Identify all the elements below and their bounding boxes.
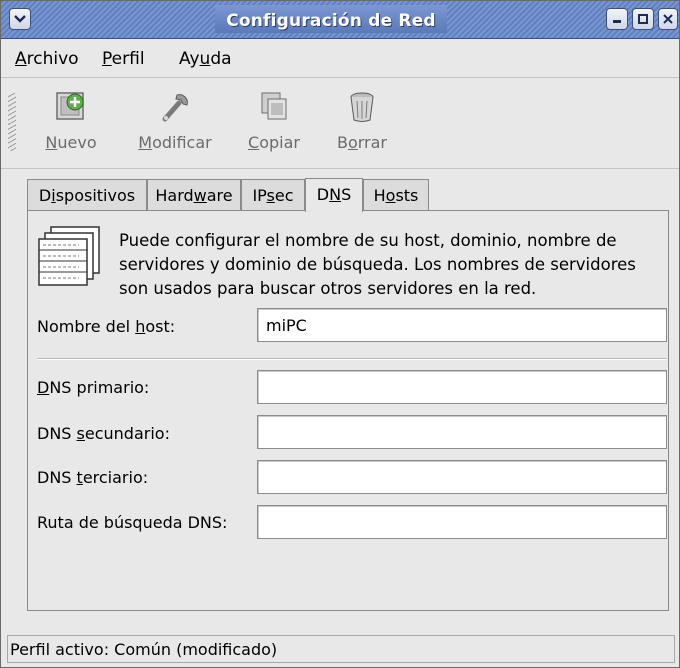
title-plate: Configuración de Red: [215, 5, 447, 33]
primary-dns-input[interactable]: [257, 370, 667, 404]
status-text: Perfil activo: Común (modificado): [10, 640, 278, 659]
menu-bar: Archivo Perfil Ayuda: [1, 40, 679, 78]
tab-dns[interactable]: DNS: [305, 178, 363, 212]
tertiary-dns-label: DNS terciario:: [37, 468, 149, 487]
minimize-icon: [613, 20, 621, 23]
close-icon: [663, 14, 673, 24]
maximize-icon: [638, 14, 648, 24]
chevron-down-icon: [14, 15, 26, 23]
secondary-dns-label: DNS secundario:: [37, 424, 170, 443]
network-config-window: Configuración de Red Archivo Perfil Ayud…: [0, 0, 680, 668]
tab-hosts[interactable]: Hosts: [363, 179, 429, 211]
primary-dns-label: DNS primario:: [37, 378, 150, 397]
menu-archivo[interactable]: Archivo: [15, 49, 79, 69]
wrench-icon: [162, 94, 188, 122]
new-button[interactable]: Nuevo: [31, 87, 111, 152]
close-button[interactable]: [658, 8, 678, 30]
delete-button[interactable]: Borrar: [327, 87, 397, 152]
status-bar: Perfil activo: Común (modificado): [7, 635, 675, 663]
trash-icon: [350, 92, 374, 122]
secondary-dns-input[interactable]: [257, 415, 667, 449]
search-path-label: Ruta de búsqueda DNS:: [37, 513, 228, 532]
minimize-button[interactable]: [606, 8, 628, 30]
tab-dispositivos[interactable]: Dispositivos: [27, 179, 147, 211]
info-line: Puede configurar el nombre de su host, d…: [119, 231, 617, 250]
title-bar[interactable]: Configuración de Red: [1, 1, 679, 39]
new-device-icon: [56, 92, 84, 120]
info-line: servidores y dominio de búsqueda. Los no…: [119, 255, 636, 274]
window-title: Configuración de Red: [226, 11, 436, 31]
copy-icon: [261, 92, 287, 120]
toolbar: Nuevo Modificar Copiar Borrar: [1, 79, 679, 169]
dns-info-text: Puede configurar el nombre de su host, d…: [119, 229, 669, 301]
copy-button[interactable]: Copiar: [239, 87, 309, 152]
dns-table-icon: [38, 226, 100, 286]
hostname-label: Nombre del host:: [37, 317, 176, 336]
window-menu-button[interactable]: [9, 8, 31, 30]
tertiary-dns-input[interactable]: [257, 460, 667, 494]
separator: [37, 358, 667, 360]
info-line: son usados para buscar otros servidores …: [119, 279, 537, 298]
maximize-button[interactable]: [632, 8, 654, 30]
menu-perfil[interactable]: Perfil: [102, 49, 145, 69]
modify-button[interactable]: Modificar: [130, 87, 220, 152]
tab-hardware[interactable]: Hardware: [147, 179, 241, 211]
menu-ayuda[interactable]: Ayuda: [179, 49, 232, 69]
hostname-input[interactable]: [257, 308, 667, 342]
toolbar-grip[interactable]: [8, 93, 16, 151]
search-path-input[interactable]: [257, 505, 667, 539]
tab-ipsec[interactable]: IPsec: [241, 179, 305, 211]
